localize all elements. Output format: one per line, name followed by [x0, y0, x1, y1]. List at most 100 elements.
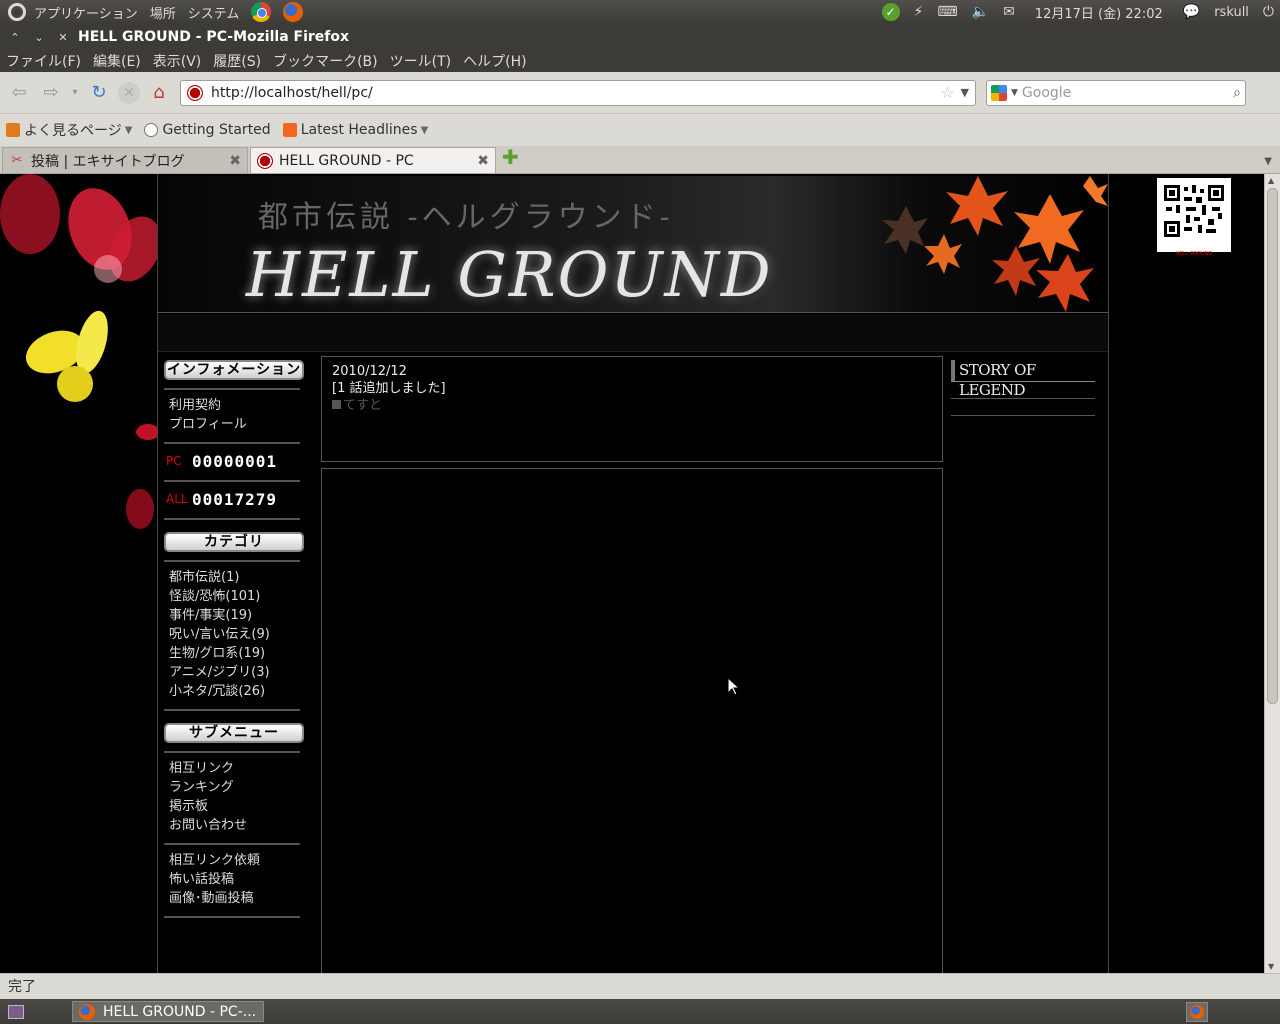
- category-link[interactable]: 怪談/恐怖(101): [164, 587, 302, 606]
- menu-file[interactable]: ファイル(F): [0, 51, 87, 71]
- new-tab-plus-icon[interactable]: ✚: [502, 145, 519, 169]
- scroll-down-icon[interactable]: ▼: [1268, 962, 1274, 971]
- google-engine-icon[interactable]: [991, 84, 1007, 101]
- category-link[interactable]: 生物/グロ系(19): [164, 644, 302, 663]
- power-icon[interactable]: ⏻: [1263, 4, 1274, 20]
- page-viewport: 都市伝説 -ヘルグラウンド- HELL GROUND インフォメーション 利用契…: [0, 174, 1264, 973]
- link-story-submit[interactable]: 怖い話投稿: [164, 870, 302, 889]
- all-counter: ALL 00017279: [166, 489, 278, 509]
- workspace-switcher[interactable]: [1186, 1001, 1208, 1022]
- url-text[interactable]: http://localhost/hell/pc/: [211, 85, 373, 101]
- category-link[interactable]: 都市伝説(1): [164, 568, 302, 587]
- link-ranking[interactable]: ランキング: [164, 778, 302, 797]
- menu-edit[interactable]: 編集(E): [87, 51, 147, 71]
- tab-excite-blog[interactable]: ✂ 投稿 | エキサイトブログ ✖: [2, 147, 248, 173]
- chat-icon[interactable]: 💬: [1183, 4, 1200, 20]
- link-mutual-links[interactable]: 相互リンク: [164, 759, 302, 778]
- site-nav-strip: [158, 314, 1108, 352]
- category-link[interactable]: 事件/事実(19): [164, 606, 302, 625]
- site-banner[interactable]: 都市伝説 -ヘルグラウンド- HELL GROUND: [158, 176, 1108, 313]
- link-bbs[interactable]: 掲示板: [164, 797, 302, 816]
- qr-code[interactable]: HELL GROUND: [1157, 178, 1231, 257]
- chrome-launcher-icon[interactable]: [251, 2, 272, 22]
- site-favicon-icon: [187, 84, 203, 101]
- category-link[interactable]: 呪い/言い伝え(9): [164, 625, 302, 644]
- site-container: 都市伝説 -ヘルグラウンド- HELL GROUND インフォメーション 利用契…: [157, 174, 1109, 973]
- minimize-icon[interactable]: ⌃: [6, 31, 24, 44]
- volume-icon[interactable]: 🔈: [972, 4, 989, 20]
- search-icon[interactable]: ⌕: [1233, 85, 1241, 101]
- firefox-icon: [79, 1003, 95, 1020]
- forward-arrow-icon[interactable]: ⇨: [38, 80, 64, 106]
- stop-icon[interactable]: ✕: [118, 81, 140, 104]
- link-contact[interactable]: お問い合わせ: [164, 816, 302, 835]
- mail-icon[interactable]: ✉: [1003, 4, 1015, 20]
- home-icon[interactable]: ⌂: [146, 80, 172, 106]
- divider: [164, 916, 300, 918]
- ubuntu-logo-icon[interactable]: [8, 3, 26, 21]
- back-arrow-icon[interactable]: ⇦: [6, 80, 32, 106]
- divider: [164, 442, 300, 444]
- menubar: ファイル(F) 編集(E) 表示(V) 履歴(S) ブックマーク(B) ツール(…: [0, 50, 1280, 72]
- firefox-launcher-icon[interactable]: [283, 2, 304, 22]
- window-title: HELL GROUND - PC-Mozilla Firefox: [78, 29, 350, 45]
- news-test-link[interactable]: てすと: [332, 397, 932, 414]
- menu-bookmarks[interactable]: ブックマーク(B): [267, 51, 384, 71]
- clock[interactable]: 12月17日 (金) 22:02: [1029, 3, 1169, 22]
- banner-title: HELL GROUND: [246, 238, 773, 311]
- firefox-icon: [1190, 1004, 1204, 1019]
- bookmark-star-icon[interactable]: ☆: [940, 83, 954, 102]
- news-date: 2010/12/12: [332, 364, 407, 379]
- system-menu[interactable]: システム: [182, 3, 246, 22]
- link-media-submit[interactable]: 画像･動画投稿: [164, 889, 302, 908]
- menu-help[interactable]: ヘルプ(H): [457, 51, 532, 71]
- all-counter-value: 00017279: [192, 489, 278, 509]
- bottom-panel: HELL GROUND - PC-...: [0, 999, 1280, 1024]
- places-menu[interactable]: 場所: [144, 3, 182, 22]
- menu-view[interactable]: 表示(V): [147, 51, 208, 71]
- menu-tools[interactable]: ツール(T): [384, 51, 457, 71]
- engine-dropdown-icon[interactable]: ▼: [1011, 88, 1018, 98]
- bookmarks-toolbar: よく見るページ ▼ Getting Started Latest Headline…: [0, 114, 1280, 146]
- history-dropdown-icon[interactable]: ▾: [70, 80, 80, 106]
- update-check-icon[interactable]: ✓: [881, 3, 900, 21]
- news-text: [1 話追加しました]: [332, 381, 446, 396]
- mouse-cursor-icon: [728, 678, 740, 696]
- maximize-icon[interactable]: ⌄: [30, 31, 48, 44]
- keyboard-icon[interactable]: ⌨: [937, 4, 957, 20]
- show-desktop-icon[interactable]: [8, 1004, 24, 1019]
- reload-icon[interactable]: ↻: [86, 80, 112, 106]
- search-input[interactable]: Google: [1022, 85, 1071, 101]
- url-bar[interactable]: http://localhost/hell/pc/ ☆ ▼: [180, 79, 976, 106]
- network-icon[interactable]: ⚡: [914, 4, 924, 20]
- bookmark-most-visited[interactable]: よく見るページ ▼: [0, 120, 138, 140]
- link-terms[interactable]: 利用契約: [164, 396, 302, 415]
- search-bar[interactable]: ▼ Google ⌕: [986, 79, 1246, 106]
- divider: [951, 415, 1095, 416]
- menu-history[interactable]: 履歴(S): [207, 51, 267, 71]
- tab-list-icon[interactable]: ▼: [1264, 156, 1272, 167]
- bookmark-getting-started[interactable]: Getting Started: [138, 122, 276, 138]
- butterfly-decoration-icon: [0, 174, 157, 529]
- link-link-request[interactable]: 相互リンク依頼: [164, 851, 302, 870]
- scroll-up-icon[interactable]: ▲: [1268, 176, 1274, 185]
- close-tab-icon[interactable]: ✖: [477, 153, 489, 169]
- applications-menu[interactable]: アプリケーション: [28, 3, 144, 22]
- url-dropdown-icon[interactable]: ▼: [961, 86, 969, 99]
- divider: [164, 751, 300, 753]
- square-bullet-icon: [332, 400, 341, 409]
- taskbar-firefox-item[interactable]: HELL GROUND - PC-...: [72, 1001, 264, 1022]
- scrollbar-thumb[interactable]: [1267, 188, 1278, 704]
- qr-caption: HELL GROUND: [1175, 251, 1213, 257]
- tab-hell-ground[interactable]: HELL GROUND - PC ✖: [250, 147, 496, 173]
- tab-bar: ✂ 投稿 | エキサイトブログ ✖ HELL GROUND - PC ✖ ✚ ▼: [0, 145, 1280, 174]
- page-scrollbar[interactable]: ▲ ▼: [1264, 174, 1280, 973]
- close-window-icon[interactable]: ✕: [54, 31, 72, 44]
- category-link[interactable]: 小ネタ/冗談(26): [164, 682, 302, 701]
- link-profile[interactable]: プロフィール: [164, 415, 302, 434]
- user-name[interactable]: rskull: [1214, 5, 1249, 20]
- category-link[interactable]: アニメ/ジブリ(3): [164, 663, 302, 682]
- bookmark-latest-headlines[interactable]: Latest Headlines ▼: [277, 122, 435, 138]
- close-tab-icon[interactable]: ✖: [229, 153, 241, 169]
- submenu-heading: サブメニュー: [164, 723, 304, 743]
